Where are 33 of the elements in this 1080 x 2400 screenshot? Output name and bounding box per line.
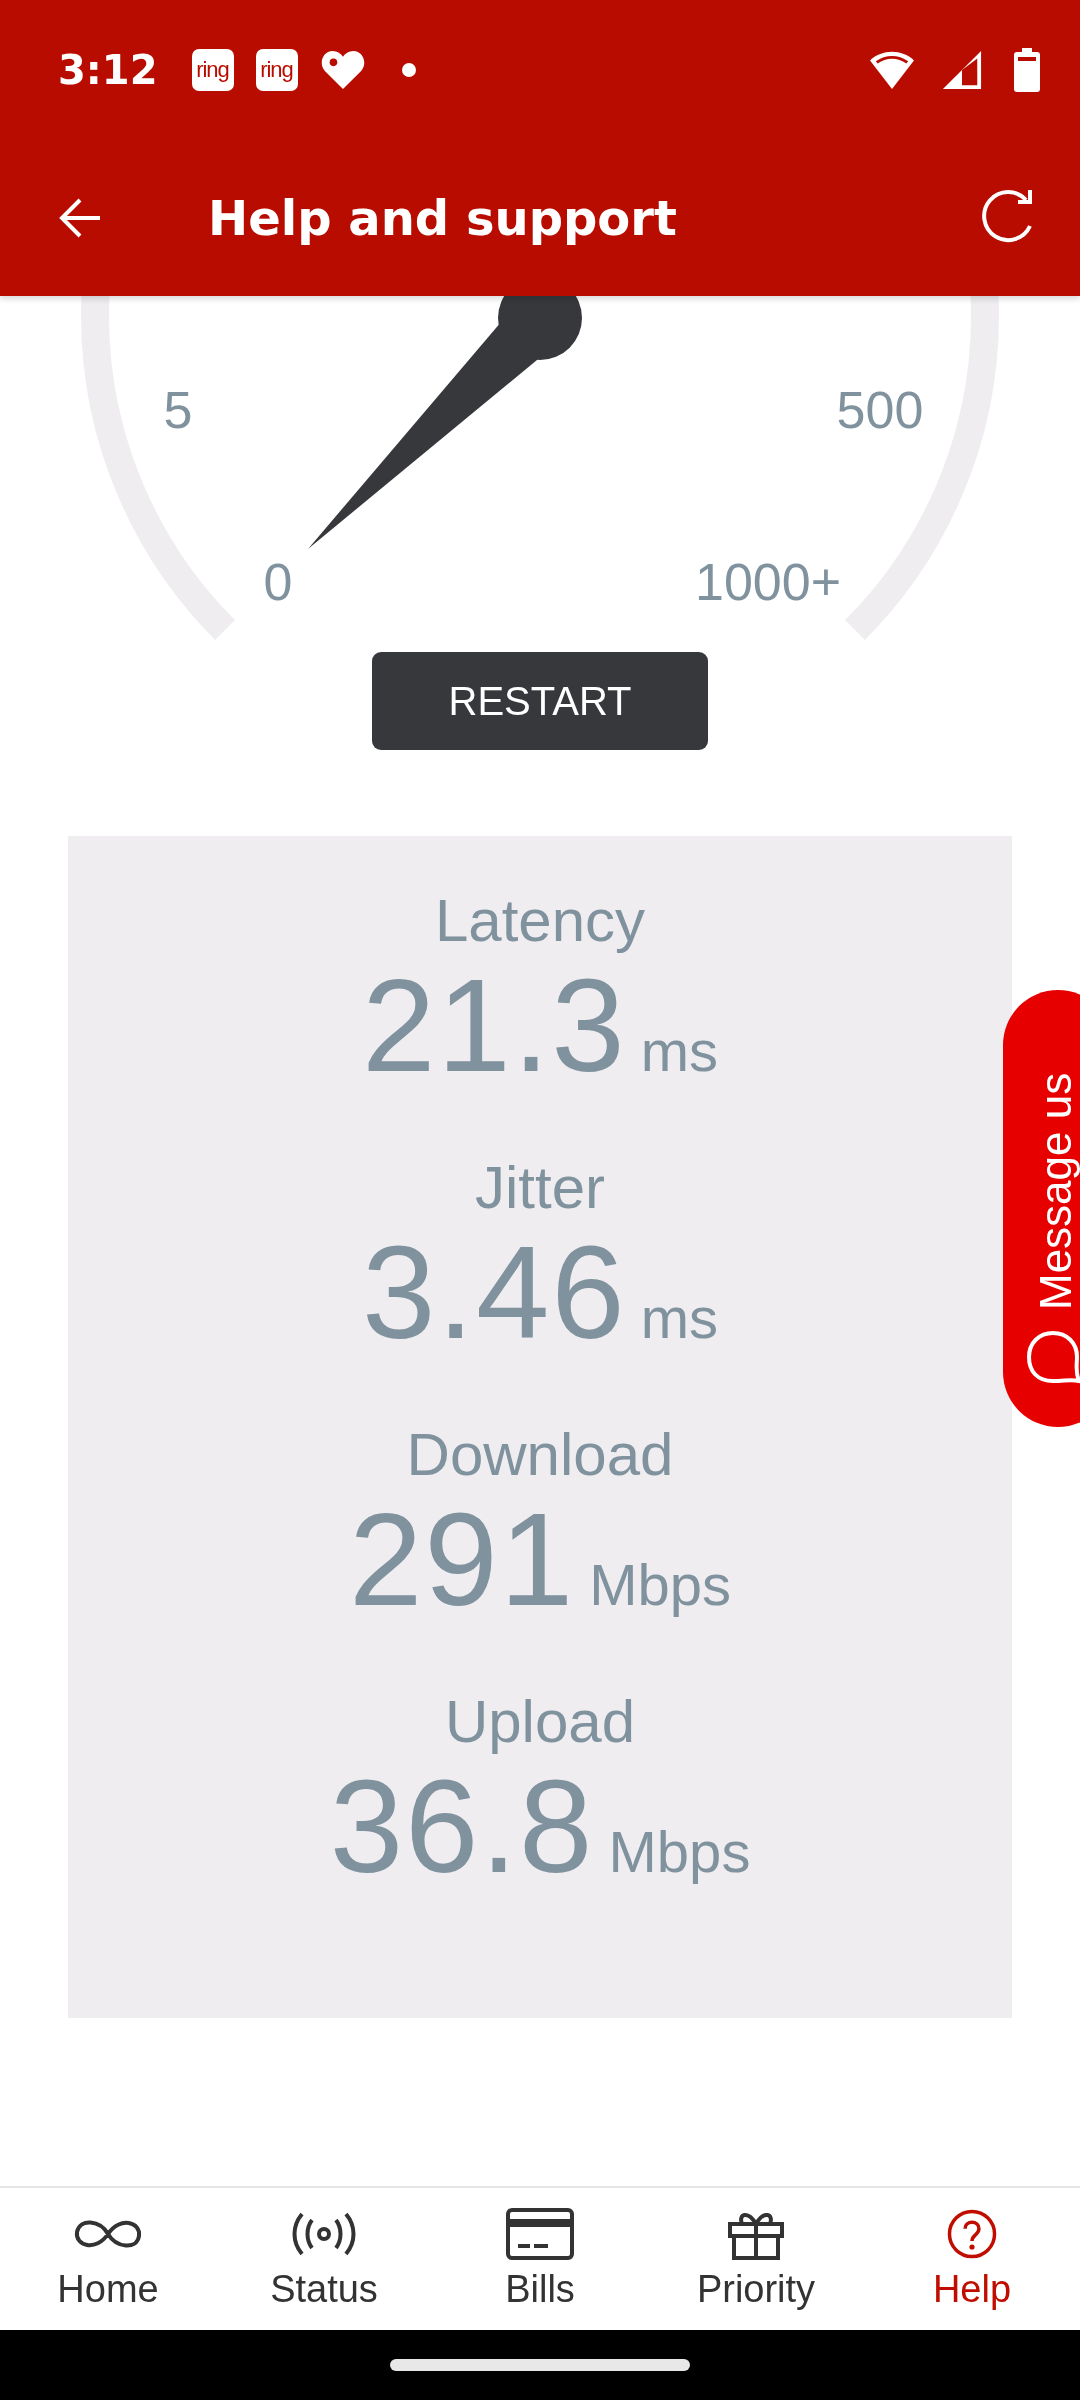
metric-unit: ms	[640, 1284, 719, 1351]
restart-button[interactable]: RESTART	[372, 652, 708, 750]
metric-label: Upload	[444, 1687, 636, 1757]
nav-tab[interactable]: Status	[216, 2188, 432, 2330]
battery-icon	[1014, 48, 1040, 92]
gauge-scale-label: 0	[263, 553, 293, 611]
gauge-scale-label: 1000+	[695, 553, 841, 611]
metric-label: Jitter	[475, 1153, 605, 1223]
metric-value: 36.8	[329, 1757, 595, 1897]
metric-value: 291	[348, 1490, 576, 1630]
nav-tab[interactable]: Home	[0, 2188, 216, 2330]
nav-tab[interactable]: Priority	[648, 2188, 864, 2330]
gauge-scale-label: 5	[163, 381, 193, 439]
heart-icon	[319, 49, 366, 91]
metric-label: Latency	[434, 886, 646, 956]
metric-value: 3.46	[361, 1223, 627, 1363]
card-icon	[504, 2207, 576, 2260]
metric-unit: Mbps	[608, 1818, 751, 1885]
gesture-handle[interactable]	[390, 2359, 690, 2371]
metric-label: Download	[406, 1420, 674, 1490]
app-notification-icon: ring	[255, 49, 298, 91]
nav-tab[interactable]: Help	[864, 2188, 1080, 2330]
screen-title: Help and support	[208, 190, 678, 246]
app-notification-icon: ring	[191, 49, 234, 91]
status-time: 3:12	[58, 47, 158, 93]
metric-unit: Mbps	[589, 1551, 732, 1618]
nav-tab[interactable]: Bills	[432, 2188, 648, 2330]
wifi-icon	[868, 49, 916, 91]
message-us-tab[interactable]: Message us	[1003, 990, 1080, 1427]
metric-unit: ms	[640, 1017, 719, 1084]
dot-icon	[401, 63, 416, 77]
gauge-scale-label: 500	[836, 381, 924, 439]
metric-value: 21.3	[361, 956, 627, 1096]
